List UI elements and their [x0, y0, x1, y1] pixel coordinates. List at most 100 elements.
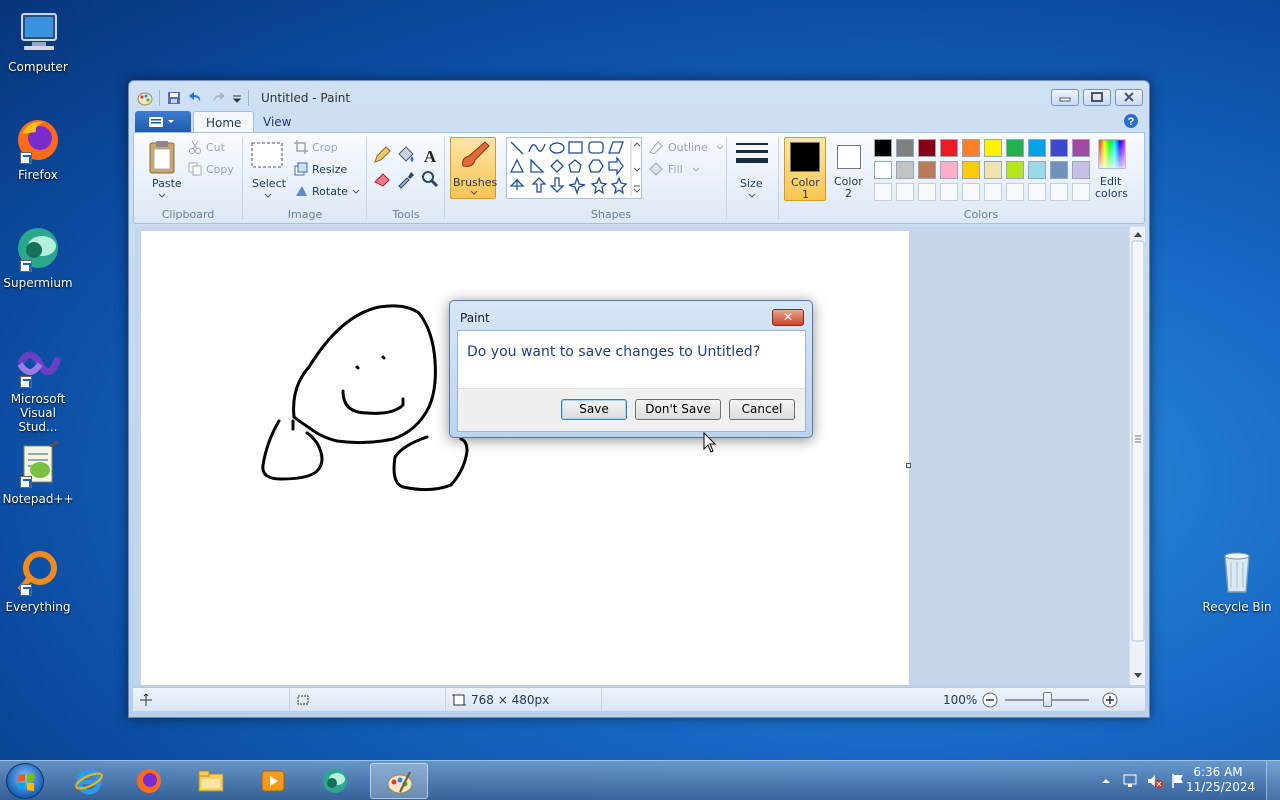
fill-label: Fill: [668, 163, 683, 176]
zoom-out-icon[interactable]: [981, 691, 999, 709]
rotate-button[interactable]: Rotate: [294, 183, 360, 201]
color2-button[interactable]: Color 2: [828, 137, 870, 201]
cancel-button[interactable]: Cancel: [729, 399, 795, 420]
palette-swatch[interactable]: [918, 161, 936, 179]
pencil-icon[interactable]: [372, 145, 392, 165]
desktop-icon-recycle-bin[interactable]: Recycle Bin: [1199, 548, 1275, 614]
taskbar-media-player[interactable]: [244, 763, 302, 799]
color2-swatch: [837, 145, 861, 169]
firefox-icon: [137, 769, 161, 793]
shapes-gallery[interactable]: [506, 137, 642, 199]
palette-swatch[interactable]: [1028, 183, 1046, 201]
fill-bucket-icon[interactable]: [396, 145, 416, 165]
taskbar-firefox[interactable]: [120, 763, 178, 799]
palette-swatch[interactable]: [984, 139, 1002, 157]
palette-swatch[interactable]: [1050, 183, 1068, 201]
resize-label: Resize: [312, 163, 348, 176]
zoom-slider-thumb[interactable]: [1043, 692, 1052, 707]
desktop-icon-everything[interactable]: Everything: [0, 548, 76, 614]
palette-swatch[interactable]: [896, 139, 914, 157]
tab-view[interactable]: View: [251, 111, 303, 133]
taskbar-file-explorer[interactable]: [182, 763, 240, 799]
canvas-resize-handle[interactable]: [906, 463, 911, 468]
outline-button[interactable]: Outline: [648, 139, 724, 157]
resize-button[interactable]: Resize: [294, 161, 354, 179]
clock[interactable]: 6:36 AM 11/25/2024: [1186, 765, 1255, 795]
desktop-icon-visual-studio[interactable]: Microsoft Visual Stud...: [0, 340, 76, 434]
palette-swatch[interactable]: [1006, 161, 1024, 179]
customize-qat-icon[interactable]: [232, 90, 242, 106]
palette-swatch[interactable]: [1072, 139, 1090, 157]
desktop-icon-supermium[interactable]: Supermium: [0, 224, 76, 290]
taskbar-paint[interactable]: [370, 763, 428, 799]
palette-swatch[interactable]: [984, 183, 1002, 201]
palette-swatch[interactable]: [1072, 183, 1090, 201]
tab-home[interactable]: Home: [193, 111, 255, 133]
palette-swatch[interactable]: [984, 161, 1002, 179]
palette-swatch[interactable]: [940, 139, 958, 157]
palette-swatch[interactable]: [1050, 161, 1068, 179]
palette-swatch[interactable]: [962, 139, 980, 157]
minimize-button[interactable]: [1051, 89, 1079, 106]
palette-swatch[interactable]: [896, 161, 914, 179]
file-menu-button[interactable]: [135, 111, 191, 133]
palette-swatch[interactable]: [940, 183, 958, 201]
dont-save-button[interactable]: Don't Save: [635, 399, 721, 420]
palette-swatch[interactable]: [918, 139, 936, 157]
start-button[interactable]: [6, 763, 44, 799]
redo-icon[interactable]: [210, 90, 226, 106]
palette-swatch[interactable]: [1006, 183, 1024, 201]
action-center-flag-icon[interactable]: [1170, 772, 1186, 790]
desktop-icon-notepadpp[interactable]: Notepad++: [0, 440, 76, 506]
color1-button[interactable]: Color 1: [784, 137, 826, 201]
edit-colors-button[interactable]: Edit colors: [1092, 137, 1130, 201]
dialog-footer: Save Don't Save Cancel: [458, 388, 805, 431]
palette-swatch[interactable]: [1072, 161, 1090, 179]
maximize-button[interactable]: [1083, 89, 1111, 106]
tools-group-label: Tools: [392, 208, 420, 221]
palette-swatch[interactable]: [1028, 139, 1046, 157]
palette-swatch[interactable]: [1006, 139, 1024, 157]
network-icon[interactable]: [1122, 772, 1138, 790]
color-picker-icon[interactable]: [396, 169, 416, 189]
palette-swatch[interactable]: [874, 183, 892, 201]
palette-swatch[interactable]: [962, 161, 980, 179]
cut-button[interactable]: Cut: [188, 139, 238, 157]
save-icon[interactable]: [166, 90, 182, 106]
magnifier-icon[interactable]: [420, 169, 440, 189]
outline-label: Outline: [668, 141, 708, 154]
palette-swatch[interactable]: [1028, 161, 1046, 179]
taskbar-internet-explorer[interactable]: [60, 763, 118, 799]
help-icon[interactable]: ?: [1123, 113, 1139, 129]
palette-swatch[interactable]: [874, 161, 892, 179]
paste-button[interactable]: Paste: [142, 139, 182, 199]
text-tool-icon[interactable]: A: [420, 145, 440, 165]
desktop-icon-computer[interactable]: Computer: [0, 8, 76, 74]
save-button[interactable]: Save: [561, 399, 627, 420]
palette-swatch[interactable]: [1050, 139, 1068, 157]
volume-muted-icon[interactable]: [1146, 772, 1164, 790]
size-button[interactable]: Size: [732, 139, 772, 201]
paint-app-icon[interactable]: [137, 90, 153, 106]
visual-studio-icon: [14, 340, 62, 388]
palette-swatch[interactable]: [962, 183, 980, 201]
show-desktop-button[interactable]: [1266, 761, 1280, 800]
taskbar-supermium[interactable]: [306, 763, 364, 799]
dialog-close-button[interactable]: ✕: [772, 309, 804, 326]
eraser-icon[interactable]: [372, 169, 392, 189]
vertical-scrollbar[interactable]: [1129, 227, 1145, 685]
brushes-button[interactable]: Brushes: [450, 137, 497, 199]
palette-swatch[interactable]: [874, 139, 892, 157]
undo-icon[interactable]: [188, 90, 204, 106]
crop-button[interactable]: Crop: [294, 139, 354, 157]
fill-button[interactable]: Fill: [648, 161, 708, 179]
palette-swatch[interactable]: [918, 183, 936, 201]
palette-swatch[interactable]: [896, 183, 914, 201]
zoom-in-icon[interactable]: [1101, 691, 1119, 709]
desktop-icon-firefox[interactable]: Firefox: [0, 116, 76, 182]
select-button[interactable]: Select: [248, 139, 288, 199]
copy-button[interactable]: Copy: [188, 161, 238, 179]
show-hidden-icons-icon[interactable]: [1100, 775, 1112, 787]
close-window-button[interactable]: [1115, 89, 1143, 106]
palette-swatch[interactable]: [940, 161, 958, 179]
